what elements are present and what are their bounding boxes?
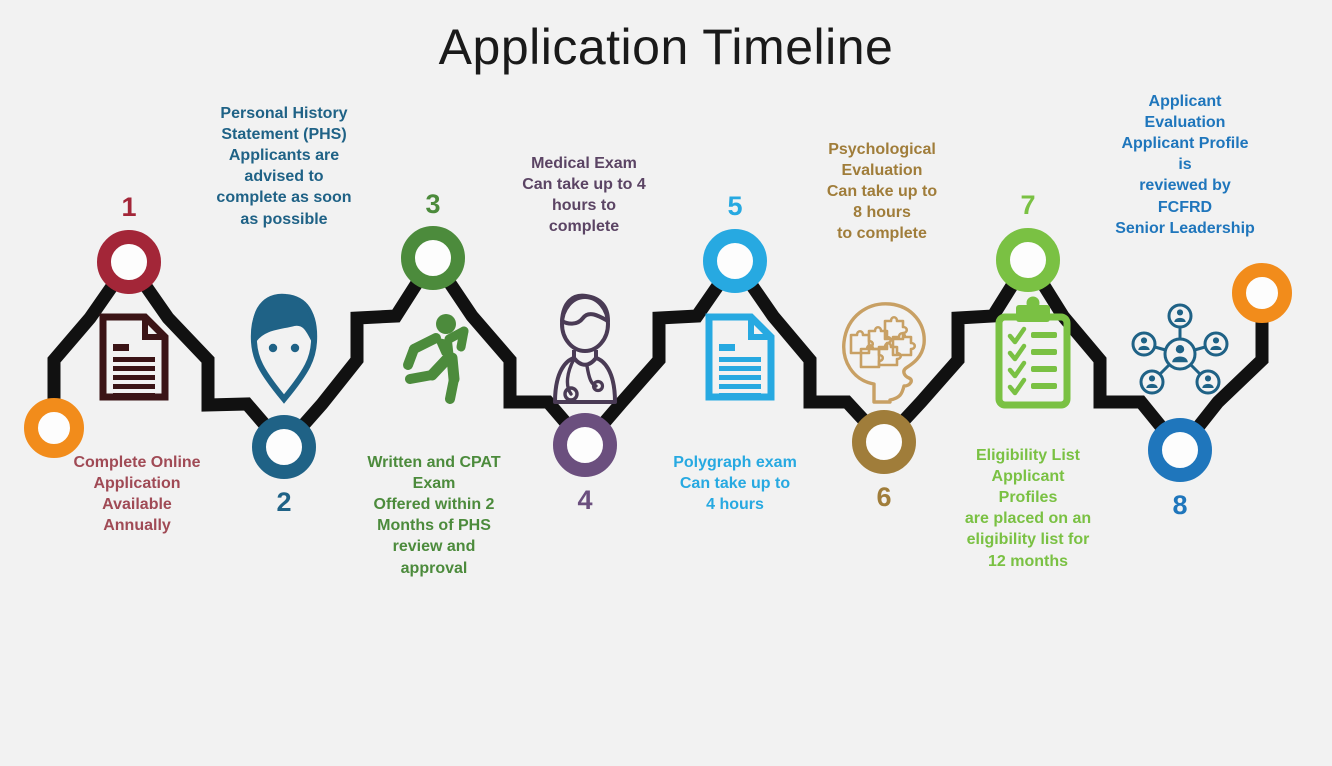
step-number-3: 3	[425, 189, 441, 219]
step-number-1: 1	[121, 192, 137, 222]
end-node[interactable]	[1232, 263, 1292, 323]
step-caption-6: Psychological Evaluation Can take up to …	[826, 141, 938, 243]
running-person-icon	[403, 314, 469, 404]
step-caption-8: Applicant Evaluation Applicant Profile i…	[1115, 93, 1255, 237]
document-icon	[705, 313, 775, 401]
people-network-icon	[1131, 303, 1229, 395]
step-caption-4: Medical Exam Can take up to 4 hours to c…	[522, 155, 646, 236]
step-caption-2: Personal History Statement (PHS) Applica…	[216, 105, 352, 228]
person-head-icon	[250, 293, 318, 404]
step-node-2[interactable]	[252, 415, 316, 479]
step-node-6[interactable]	[852, 410, 916, 474]
step-number-4: 4	[577, 485, 593, 515]
step-caption-3: Written and CPAT Exam Offered within 2 M…	[367, 454, 501, 577]
step-node-5[interactable]	[703, 229, 767, 293]
timeline-infographic: Application Timeline Complete Online App…	[0, 0, 1332, 766]
step-node-3[interactable]	[401, 226, 465, 290]
start-node[interactable]	[24, 398, 84, 458]
brain-puzzle-head-icon	[842, 302, 926, 404]
step-caption-5: Polygraph exam Can take up to 4 hours	[673, 454, 797, 514]
step-number-8: 8	[1172, 490, 1188, 520]
step-number-2: 2	[276, 487, 292, 517]
document-icon	[99, 313, 169, 401]
connector-line	[47, 246, 1269, 461]
connector-line-group	[47, 246, 1269, 461]
step-caption-1: Complete Online Application Available An…	[73, 454, 201, 535]
doctor-icon	[553, 293, 617, 404]
step-node-7[interactable]	[996, 228, 1060, 292]
step-caption-7: Eligibility List Applicant Profiles are …	[964, 447, 1092, 570]
step-node-1[interactable]	[97, 230, 161, 294]
step-node-4[interactable]	[553, 413, 617, 477]
step-node-8[interactable]	[1148, 418, 1212, 482]
step-number-7: 7	[1020, 190, 1036, 220]
step-number-6: 6	[876, 482, 892, 512]
step-number-5: 5	[727, 191, 743, 221]
